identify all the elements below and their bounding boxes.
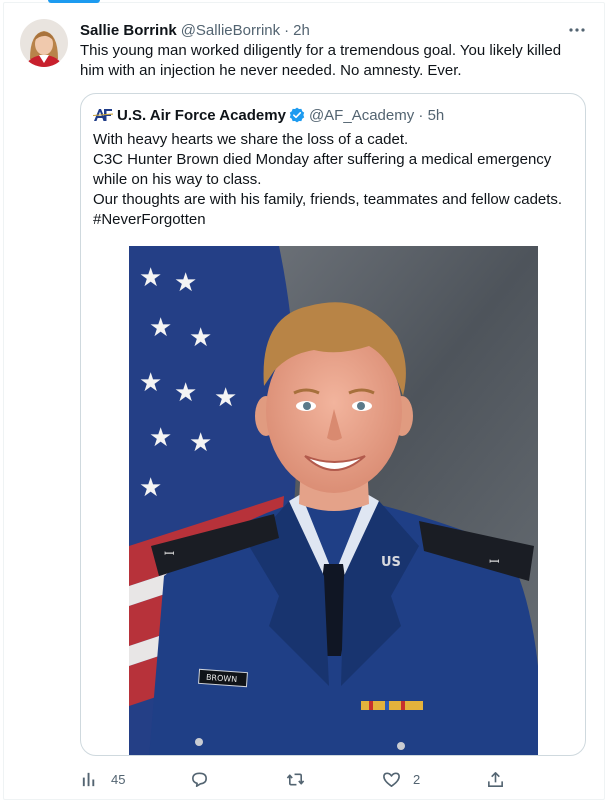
svg-text:★: ★ (139, 473, 162, 503)
share-button[interactable] (486, 766, 505, 792)
svg-text:★: ★ (189, 428, 212, 458)
avatar[interactable] (20, 19, 68, 67)
svg-text:ꟷ: ꟷ (164, 547, 175, 562)
svg-text:ꟷ: ꟷ (489, 555, 500, 570)
svg-text:★: ★ (189, 323, 212, 353)
author-handle[interactable]: @SallieBorrink (181, 22, 280, 39)
quoted-time[interactable]: 5h (428, 107, 445, 124)
tweet-text-line: him with an injection he never needed. N… (80, 62, 462, 79)
author-name[interactable]: Sallie Borrink (80, 22, 177, 39)
retweet-button[interactable] (286, 766, 305, 792)
views-count: 45 (111, 771, 126, 787)
analytics-button[interactable]: 45 (80, 766, 125, 792)
quoted-author-name[interactable]: U.S. Air Force Academy (117, 107, 286, 124)
hashtag[interactable]: #NeverForgotten (93, 210, 577, 230)
svg-text:★: ★ (139, 263, 162, 293)
likes-count: 2 (413, 771, 421, 787)
svg-text:★: ★ (149, 423, 172, 453)
quoted-text-line: Our thoughts are with his family, friend… (93, 191, 563, 208)
quoted-tweet[interactable]: U.S. Air Force Academy @AF_Academy · 5h … (80, 93, 586, 756)
focus-indicator (48, 0, 100, 3)
quoted-text-line: while on his way to class. (93, 171, 262, 188)
more-dots-icon[interactable] (566, 20, 588, 40)
tweet-time[interactable]: 2h (293, 22, 310, 39)
svg-text:★: ★ (174, 268, 197, 298)
action-bar: 45 2 (80, 766, 520, 792)
quoted-text-line: C3C Hunter Brown died Monday after suffe… (93, 151, 552, 168)
verified-badge-icon (289, 107, 305, 123)
reply-icon (192, 772, 207, 787)
tweet-header: Sallie Borrink @SallieBorrink · 2h (80, 20, 310, 40)
quoted-text-line: With heavy hearts we share the loss of a… (93, 131, 409, 148)
cadet-photo[interactable]: ★ ★ ★ ★ ★ ★ ★ ★ ★ ★ ꟷ ꟷ US BROWN (129, 246, 538, 755)
like-icon (383, 772, 400, 787)
like-button[interactable]: 2 (382, 766, 420, 792)
svg-text:★: ★ (214, 383, 237, 413)
analytics-icon (82, 772, 95, 786)
separator-dot: · (284, 21, 290, 39)
share-icon (488, 771, 503, 787)
tweet-text-line: This young man worked diligently for a t… (80, 42, 562, 59)
svg-text:★: ★ (139, 368, 162, 398)
separator-dot: · (414, 106, 428, 124)
retweet-icon (286, 772, 305, 786)
quoted-handle[interactable]: @AF_Academy (309, 107, 414, 124)
quoted-text: With heavy hearts we share the loss of a… (93, 130, 577, 230)
svg-text:★: ★ (174, 378, 197, 408)
collar-insignia: US (381, 555, 401, 570)
tweet-text: This young man worked diligently for a t… (80, 41, 580, 81)
svg-text:★: ★ (149, 313, 172, 343)
reply-button[interactable] (190, 766, 209, 792)
quoted-header: U.S. Air Force Academy @AF_Academy · 5h (93, 105, 444, 125)
af-logo-icon (93, 109, 113, 121)
